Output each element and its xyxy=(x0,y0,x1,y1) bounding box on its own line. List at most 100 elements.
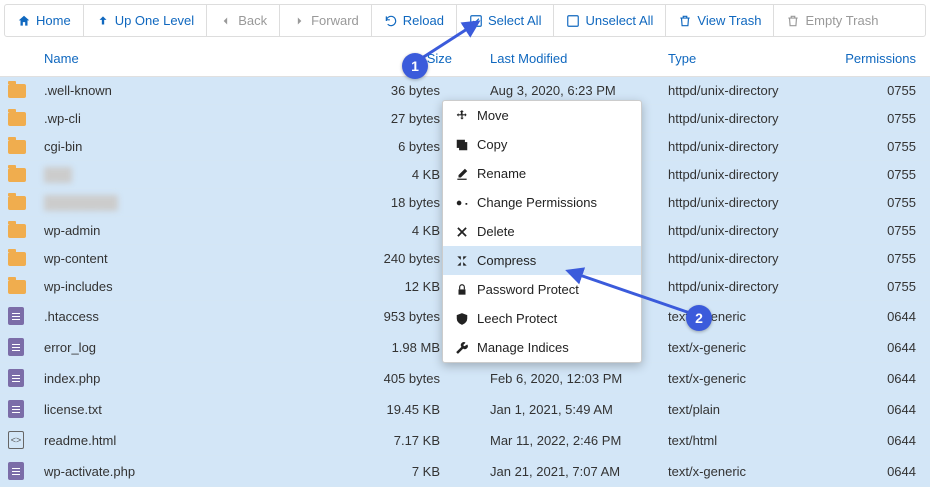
table-row[interactable]: <>readme.html7.17 KBMar 11, 2022, 2:46 P… xyxy=(0,425,930,456)
ctx-manage-indices[interactable]: Manage Indices xyxy=(443,333,641,362)
file-name: error_log xyxy=(44,340,96,355)
file-name: cgi-bin xyxy=(44,139,82,154)
file-name: ███ xyxy=(44,167,72,182)
annotation-badge-2: 2 xyxy=(686,305,712,331)
perm-cell: 0755 xyxy=(830,133,930,161)
table-row[interactable]: index.php405 bytesFeb 6, 2020, 12:03 PMt… xyxy=(0,363,930,394)
annotation-badge-1: 1 xyxy=(402,53,428,79)
back-button[interactable]: Back xyxy=(207,5,280,36)
lm-cell: Feb 6, 2020, 12:03 PM xyxy=(460,363,660,394)
size-cell: 19.45 KB xyxy=(360,394,460,425)
folder-icon xyxy=(8,252,26,266)
folder-icon xyxy=(8,168,26,182)
perm-cell: 0644 xyxy=(830,394,930,425)
folder-icon xyxy=(8,84,26,98)
forward-label: Forward xyxy=(311,13,359,28)
file-name: .wp-cli xyxy=(44,111,81,126)
type-cell: httpd/unix-directory xyxy=(660,105,830,133)
name-cell[interactable]: index.php xyxy=(36,363,360,394)
compress-icon xyxy=(455,254,469,268)
ctx-change-permissions[interactable]: Change Permissions xyxy=(443,188,641,217)
name-cell[interactable]: cgi-bin xyxy=(36,133,360,161)
col-perm[interactable]: Permissions xyxy=(830,41,930,77)
unselect-all-button[interactable]: Unselect All xyxy=(554,5,666,36)
forward-icon xyxy=(292,14,306,28)
file-icon xyxy=(8,338,24,356)
file-icon xyxy=(8,400,24,418)
lm-cell: Jan 21, 2021, 7:07 AM xyxy=(460,456,660,487)
perm-cell: 0755 xyxy=(830,105,930,133)
perm-cell: 0644 xyxy=(830,363,930,394)
size-cell: 7.17 KB xyxy=(360,425,460,456)
forward-button[interactable]: Forward xyxy=(280,5,372,36)
name-cell[interactable]: wp-content xyxy=(36,245,360,273)
up-button[interactable]: Up One Level xyxy=(84,5,208,36)
ctx-copy[interactable]: Copy xyxy=(443,130,641,159)
perm-cell: 0644 xyxy=(830,425,930,456)
delete-icon xyxy=(455,225,469,239)
file-name: wp-admin xyxy=(44,223,100,238)
folder-icon xyxy=(8,196,26,210)
name-cell[interactable]: .wp-cli xyxy=(36,105,360,133)
perm-cell: 0644 xyxy=(830,301,930,332)
move-icon xyxy=(455,109,469,123)
name-cell[interactable]: ███ xyxy=(36,161,360,189)
view-trash-button[interactable]: View Trash xyxy=(666,5,774,36)
perm-cell: 0755 xyxy=(830,77,930,105)
lm-cell: Jan 1, 2021, 5:49 AM xyxy=(460,394,660,425)
empty-trash-icon xyxy=(786,14,800,28)
name-cell[interactable]: ████████ xyxy=(36,189,360,217)
up-label: Up One Level xyxy=(115,13,195,28)
type-cell: httpd/unix-directory xyxy=(660,189,830,217)
name-cell[interactable]: wp-activate.php xyxy=(36,456,360,487)
empty-trash-button[interactable]: Empty Trash xyxy=(774,5,890,36)
empty-trash-label: Empty Trash xyxy=(805,13,878,28)
name-cell[interactable]: error_log xyxy=(36,332,360,363)
file-name: wp-content xyxy=(44,251,108,266)
folder-icon xyxy=(8,280,26,294)
folder-icon xyxy=(8,224,26,238)
file-icon xyxy=(8,369,24,387)
col-name[interactable]: Name xyxy=(36,41,360,77)
file-name: .htaccess xyxy=(44,309,99,324)
file-icon xyxy=(8,307,24,325)
unselect-all-label: Unselect All xyxy=(585,13,653,28)
ctx-move[interactable]: Move xyxy=(443,101,641,130)
file-name: license.txt xyxy=(44,402,102,417)
ctx-rename[interactable]: Rename xyxy=(443,159,641,188)
perm-cell: 0755 xyxy=(830,161,930,189)
lm-cell: Mar 11, 2022, 2:46 PM xyxy=(460,425,660,456)
name-cell[interactable]: readme.html xyxy=(36,425,360,456)
name-cell[interactable]: wp-admin xyxy=(36,217,360,245)
type-cell: httpd/unix-directory xyxy=(660,217,830,245)
table-row[interactable]: license.txt 19.45 KBJan 1, 2021, 5:49 AMt… xyxy=(0,394,930,425)
size-cell: 405 bytes xyxy=(360,363,460,394)
reload-icon xyxy=(384,14,398,28)
home-button[interactable]: Home xyxy=(5,5,84,36)
type-cell: text/plain xyxy=(660,394,830,425)
perm-cell: 0755 xyxy=(830,217,930,245)
unselect-all-icon xyxy=(566,14,580,28)
wrench-icon xyxy=(455,341,469,355)
perm-cell: 0755 xyxy=(830,189,930,217)
perm-cell: 0644 xyxy=(830,456,930,487)
annotation-arrow-1 xyxy=(418,16,488,66)
type-cell: text/x-generic xyxy=(660,332,830,363)
select-all-label: Select All xyxy=(488,13,541,28)
name-cell[interactable]: license.txt xyxy=(36,394,360,425)
table-row[interactable]: wp-activate.php7 KBJan 21, 2021, 7:07 AM… xyxy=(0,456,930,487)
file-name: wp-includes xyxy=(44,279,113,294)
file-name: .well-known xyxy=(44,83,112,98)
rename-icon xyxy=(455,167,469,181)
ctx-delete[interactable]: Delete xyxy=(443,217,641,246)
name-cell[interactable]: .well-known xyxy=(36,77,360,105)
perm-cell: 0644 xyxy=(830,332,930,363)
folder-icon xyxy=(8,112,26,126)
type-cell: text/x-generic xyxy=(660,456,830,487)
col-type[interactable]: Type xyxy=(660,41,830,77)
type-cell: text/x-generic xyxy=(660,363,830,394)
name-cell[interactable]: wp-includes xyxy=(36,273,360,301)
name-cell[interactable]: .htaccess xyxy=(36,301,360,332)
col-lm[interactable]: Last Modified xyxy=(460,41,660,77)
back-icon xyxy=(219,14,233,28)
